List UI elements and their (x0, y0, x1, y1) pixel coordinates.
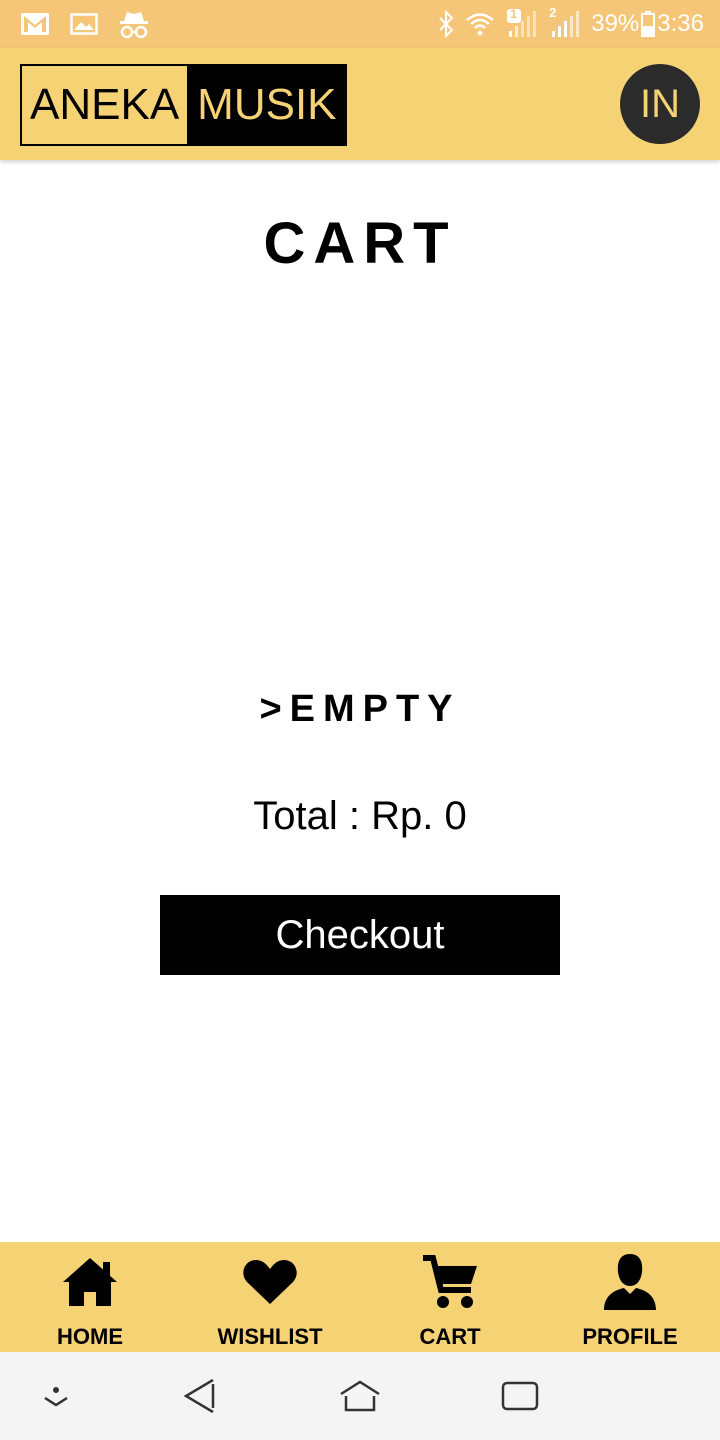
clock: 3:36 (657, 10, 704, 37)
signal-2-icon: 2 (549, 5, 581, 39)
sim2-badge: 2 (549, 5, 557, 20)
collapse-icon[interactable] (40, 1374, 72, 1423)
cart-icon (421, 1252, 479, 1312)
nav-wishlist-label: WISHLIST (217, 1324, 323, 1349)
gallery-icon (70, 13, 98, 35)
nav-cart-label: CART (419, 1324, 481, 1349)
bluetooth-icon (437, 10, 455, 38)
nav-profile[interactable]: PROFILE (540, 1242, 720, 1352)
home-icon (61, 1252, 119, 1312)
nav-home-label: HOME (57, 1324, 123, 1349)
home-outline-icon[interactable] (339, 1374, 381, 1423)
wifi-icon (465, 11, 495, 37)
back-icon[interactable] (182, 1374, 220, 1423)
nav-cart[interactable]: CART (360, 1242, 540, 1352)
gmail-icon (20, 12, 50, 36)
app-logo[interactable]: ANEKA MUSIK (20, 64, 347, 146)
status-bar: 1 2 39% 3:36 (0, 0, 720, 48)
checkout-button[interactable]: Checkout (160, 895, 560, 975)
app-header: ANEKA MUSIK IN (0, 48, 720, 160)
person-icon (602, 1252, 658, 1312)
bottom-nav: HOME WISHLIST CART PROFILE (0, 1242, 720, 1352)
logo-text-left: ANEKA (22, 66, 188, 144)
battery-icon (641, 11, 656, 37)
signal-1-icon: 1 (505, 7, 539, 39)
battery-percent: 39% (591, 10, 640, 37)
logo-text-right: MUSIK (187, 66, 345, 144)
heart-icon (242, 1252, 298, 1312)
cart-total: Total : Rp. 0 (253, 794, 467, 838)
status-icons-right: 1 2 39% 3:36 (437, 5, 704, 39)
page-title: CART (263, 211, 457, 276)
user-avatar[interactable]: IN (620, 64, 700, 144)
sim1-badge: 1 (510, 7, 517, 21)
nav-wishlist[interactable]: WISHLIST (180, 1242, 360, 1352)
incognito-icon (118, 9, 150, 39)
recents-icon[interactable] (500, 1374, 540, 1423)
nav-home[interactable]: HOME (0, 1242, 180, 1352)
nav-profile-label: PROFILE (582, 1324, 678, 1349)
status-icons-left (20, 9, 150, 39)
empty-cart-label: >EMPTY (259, 688, 461, 730)
system-nav-bar (0, 1352, 720, 1440)
